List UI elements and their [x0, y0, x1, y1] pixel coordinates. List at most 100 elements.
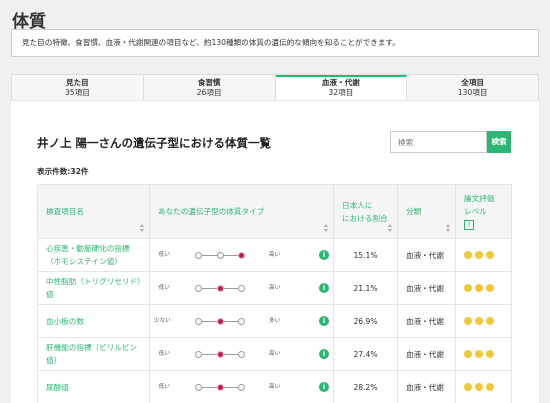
table-row[interactable]: 肝機能の指標（ビリルビン値） 低い 高い i 27.4% 血液・代謝 — [37, 337, 512, 371]
genotype-scale — [195, 316, 245, 326]
table-row[interactable]: 心疾患・動脈硬化の指標（ホモシステイン値） 低い 高い i 15.1% 血液・代謝 — [37, 238, 512, 272]
tab-eating-habits[interactable]: 食習慣 26項目 — [144, 75, 276, 100]
ratio-cell: 15.1% — [333, 238, 398, 272]
intro-box: 見た目の特徴、食習慣、血液・代謝関連の項目など、約130種類の体質の遺伝的な傾向… — [11, 29, 539, 57]
evidence-dot-icon — [475, 350, 483, 358]
evidence-dot-icon — [475, 251, 483, 259]
scale-low-label: 低い — [158, 383, 170, 390]
selected-genotype-dot — [216, 284, 224, 292]
evidence-level — [464, 350, 503, 358]
scale-high-label: 高い — [269, 350, 281, 357]
ratio-cell: 28.2% — [333, 370, 398, 403]
evidence-dot-icon — [464, 251, 472, 259]
genotype-scale — [195, 382, 245, 392]
genotype-dot — [195, 383, 202, 391]
scale-low-label: 低い — [158, 284, 170, 291]
info-icon[interactable]: i — [319, 283, 329, 293]
header-item-name[interactable]: 検査項目名 — [37, 184, 150, 239]
genotype-cell: 低い 高い i — [149, 337, 334, 371]
evidence-dot-icon — [486, 350, 494, 358]
scale-high-label: 多い — [269, 317, 281, 324]
selected-genotype-dot — [238, 251, 245, 259]
category-cell: 血液・代謝 — [397, 370, 456, 403]
tab-count: 130項目 — [457, 88, 488, 97]
header-label: あなたの遺伝子型の体質タイプ — [158, 207, 265, 216]
header-label: 日本人に — [342, 200, 373, 210]
evidence-dot-icon — [486, 251, 494, 259]
trait-name-link[interactable]: 血小板の数 — [37, 304, 150, 338]
evidence-dot-icon — [486, 383, 494, 391]
info-icon[interactable]: i — [319, 250, 329, 260]
header-evidence-level[interactable]: 論文評価 レベル? — [455, 184, 512, 239]
evidence-cell — [455, 337, 512, 371]
evidence-dot-icon — [464, 317, 472, 325]
evidence-dot-icon — [464, 350, 472, 358]
trait-name-link[interactable]: 肝機能の指標（ビリルビン値） — [37, 337, 150, 371]
help-icon[interactable]: ? — [464, 220, 474, 230]
scale-low-label: 少ない — [154, 317, 171, 324]
header-label: 分類 — [406, 207, 422, 216]
scale-low-label: 低い — [158, 251, 170, 258]
results-panel: 井ノ上 陽一さんの遺伝子型における体質一覧 検索 表示件数:32件 検査項目名 … — [11, 100, 539, 403]
trait-name-link[interactable]: 中性脂肪（トリグリセリド）値 — [37, 271, 150, 305]
evidence-level — [464, 317, 503, 325]
category-cell: 血液・代謝 — [397, 304, 456, 338]
info-icon[interactable]: i — [319, 316, 329, 326]
tab-label: 食習慣 — [197, 78, 221, 87]
trait-name-link[interactable]: 尿酸値 — [37, 370, 150, 403]
trait-table: 検査項目名 あなたの遺伝子型の体質タイプ 日本人に における割合 分類 論文評価レ… — [37, 184, 512, 403]
header-ratio[interactable]: 日本人に における割合 — [333, 184, 398, 239]
header-genotype-type[interactable]: あなたの遺伝子型の体質タイプ — [149, 184, 334, 239]
evidence-cell — [455, 271, 512, 305]
selected-genotype-dot — [216, 350, 224, 358]
genotype-cell: 低い 高い i — [149, 370, 334, 403]
tab-label: 見た目 — [65, 78, 89, 87]
table-header-row: 検査項目名 あなたの遺伝子型の体質タイプ 日本人に における割合 分類 論文評価レ… — [37, 184, 512, 239]
category-cell: 血液・代謝 — [397, 337, 456, 371]
scale-low-label: 低い — [158, 350, 170, 357]
tab-label: 全項目 — [461, 78, 485, 87]
genotype-dot — [195, 251, 202, 259]
evidence-dot-icon — [475, 284, 483, 292]
table-row[interactable]: 尿酸値 低い 高い i 28.2% 血液・代謝 — [37, 370, 512, 403]
category-tabs: 見た目 35項目 食習慣 26項目 血液・代謝 32項目 全項目 130項目 — [11, 74, 539, 100]
genotype-dot — [238, 317, 245, 325]
evidence-dot-icon — [464, 383, 472, 391]
genotype-scale — [195, 283, 245, 293]
genotype-dot — [238, 350, 245, 358]
genotype-cell: 少ない 多い i — [149, 304, 334, 338]
search-button[interactable]: 検索 — [487, 131, 511, 153]
evidence-dot-icon — [464, 284, 472, 292]
genotype-dot — [195, 284, 202, 292]
tab-count: 26項目 — [196, 88, 222, 97]
table-row[interactable]: 血小板の数 少ない 多い i 26.9% 血液・代謝 — [37, 304, 512, 338]
table-row[interactable]: 中性脂肪（トリグリセリド）値 低い 高い i 21.1% 血液・代謝 — [37, 271, 512, 305]
evidence-cell — [455, 370, 512, 403]
info-icon[interactable]: i — [319, 349, 329, 359]
evidence-level — [464, 383, 503, 391]
trait-name-link[interactable]: 心疾患・動脈硬化の指標（ホモシステイン値） — [37, 238, 150, 272]
header-category[interactable]: 分類 — [397, 184, 456, 239]
tab-blood-metabolism[interactable]: 血液・代謝 32項目 — [275, 75, 408, 100]
genotype-dot — [238, 284, 245, 292]
tab-all-items[interactable]: 全項目 130項目 — [407, 75, 538, 100]
selected-genotype-dot — [216, 383, 224, 391]
genotype-cell: 低い 高い i — [149, 271, 334, 305]
header-label: 論文評価 — [464, 194, 495, 203]
evidence-dot-icon — [475, 383, 483, 391]
evidence-dot-icon — [486, 317, 494, 325]
info-icon[interactable]: i — [319, 382, 329, 392]
report-title: 井ノ上 陽一さんの遺伝子型における体質一覧 — [37, 136, 272, 150]
evidence-level — [464, 284, 503, 292]
tab-appearance[interactable]: 見た目 35項目 — [12, 75, 144, 100]
genotype-scale — [195, 250, 245, 260]
genotype-cell: 低い 高い i — [149, 238, 334, 272]
ratio-cell: 21.1% — [333, 271, 398, 305]
sort-icon — [324, 224, 329, 232]
search-input[interactable] — [390, 131, 487, 153]
evidence-level — [464, 251, 503, 259]
genotype-dot — [216, 251, 224, 259]
scale-high-label: 高い — [269, 383, 281, 390]
genotype-dot — [195, 317, 202, 325]
evidence-cell — [455, 238, 512, 272]
